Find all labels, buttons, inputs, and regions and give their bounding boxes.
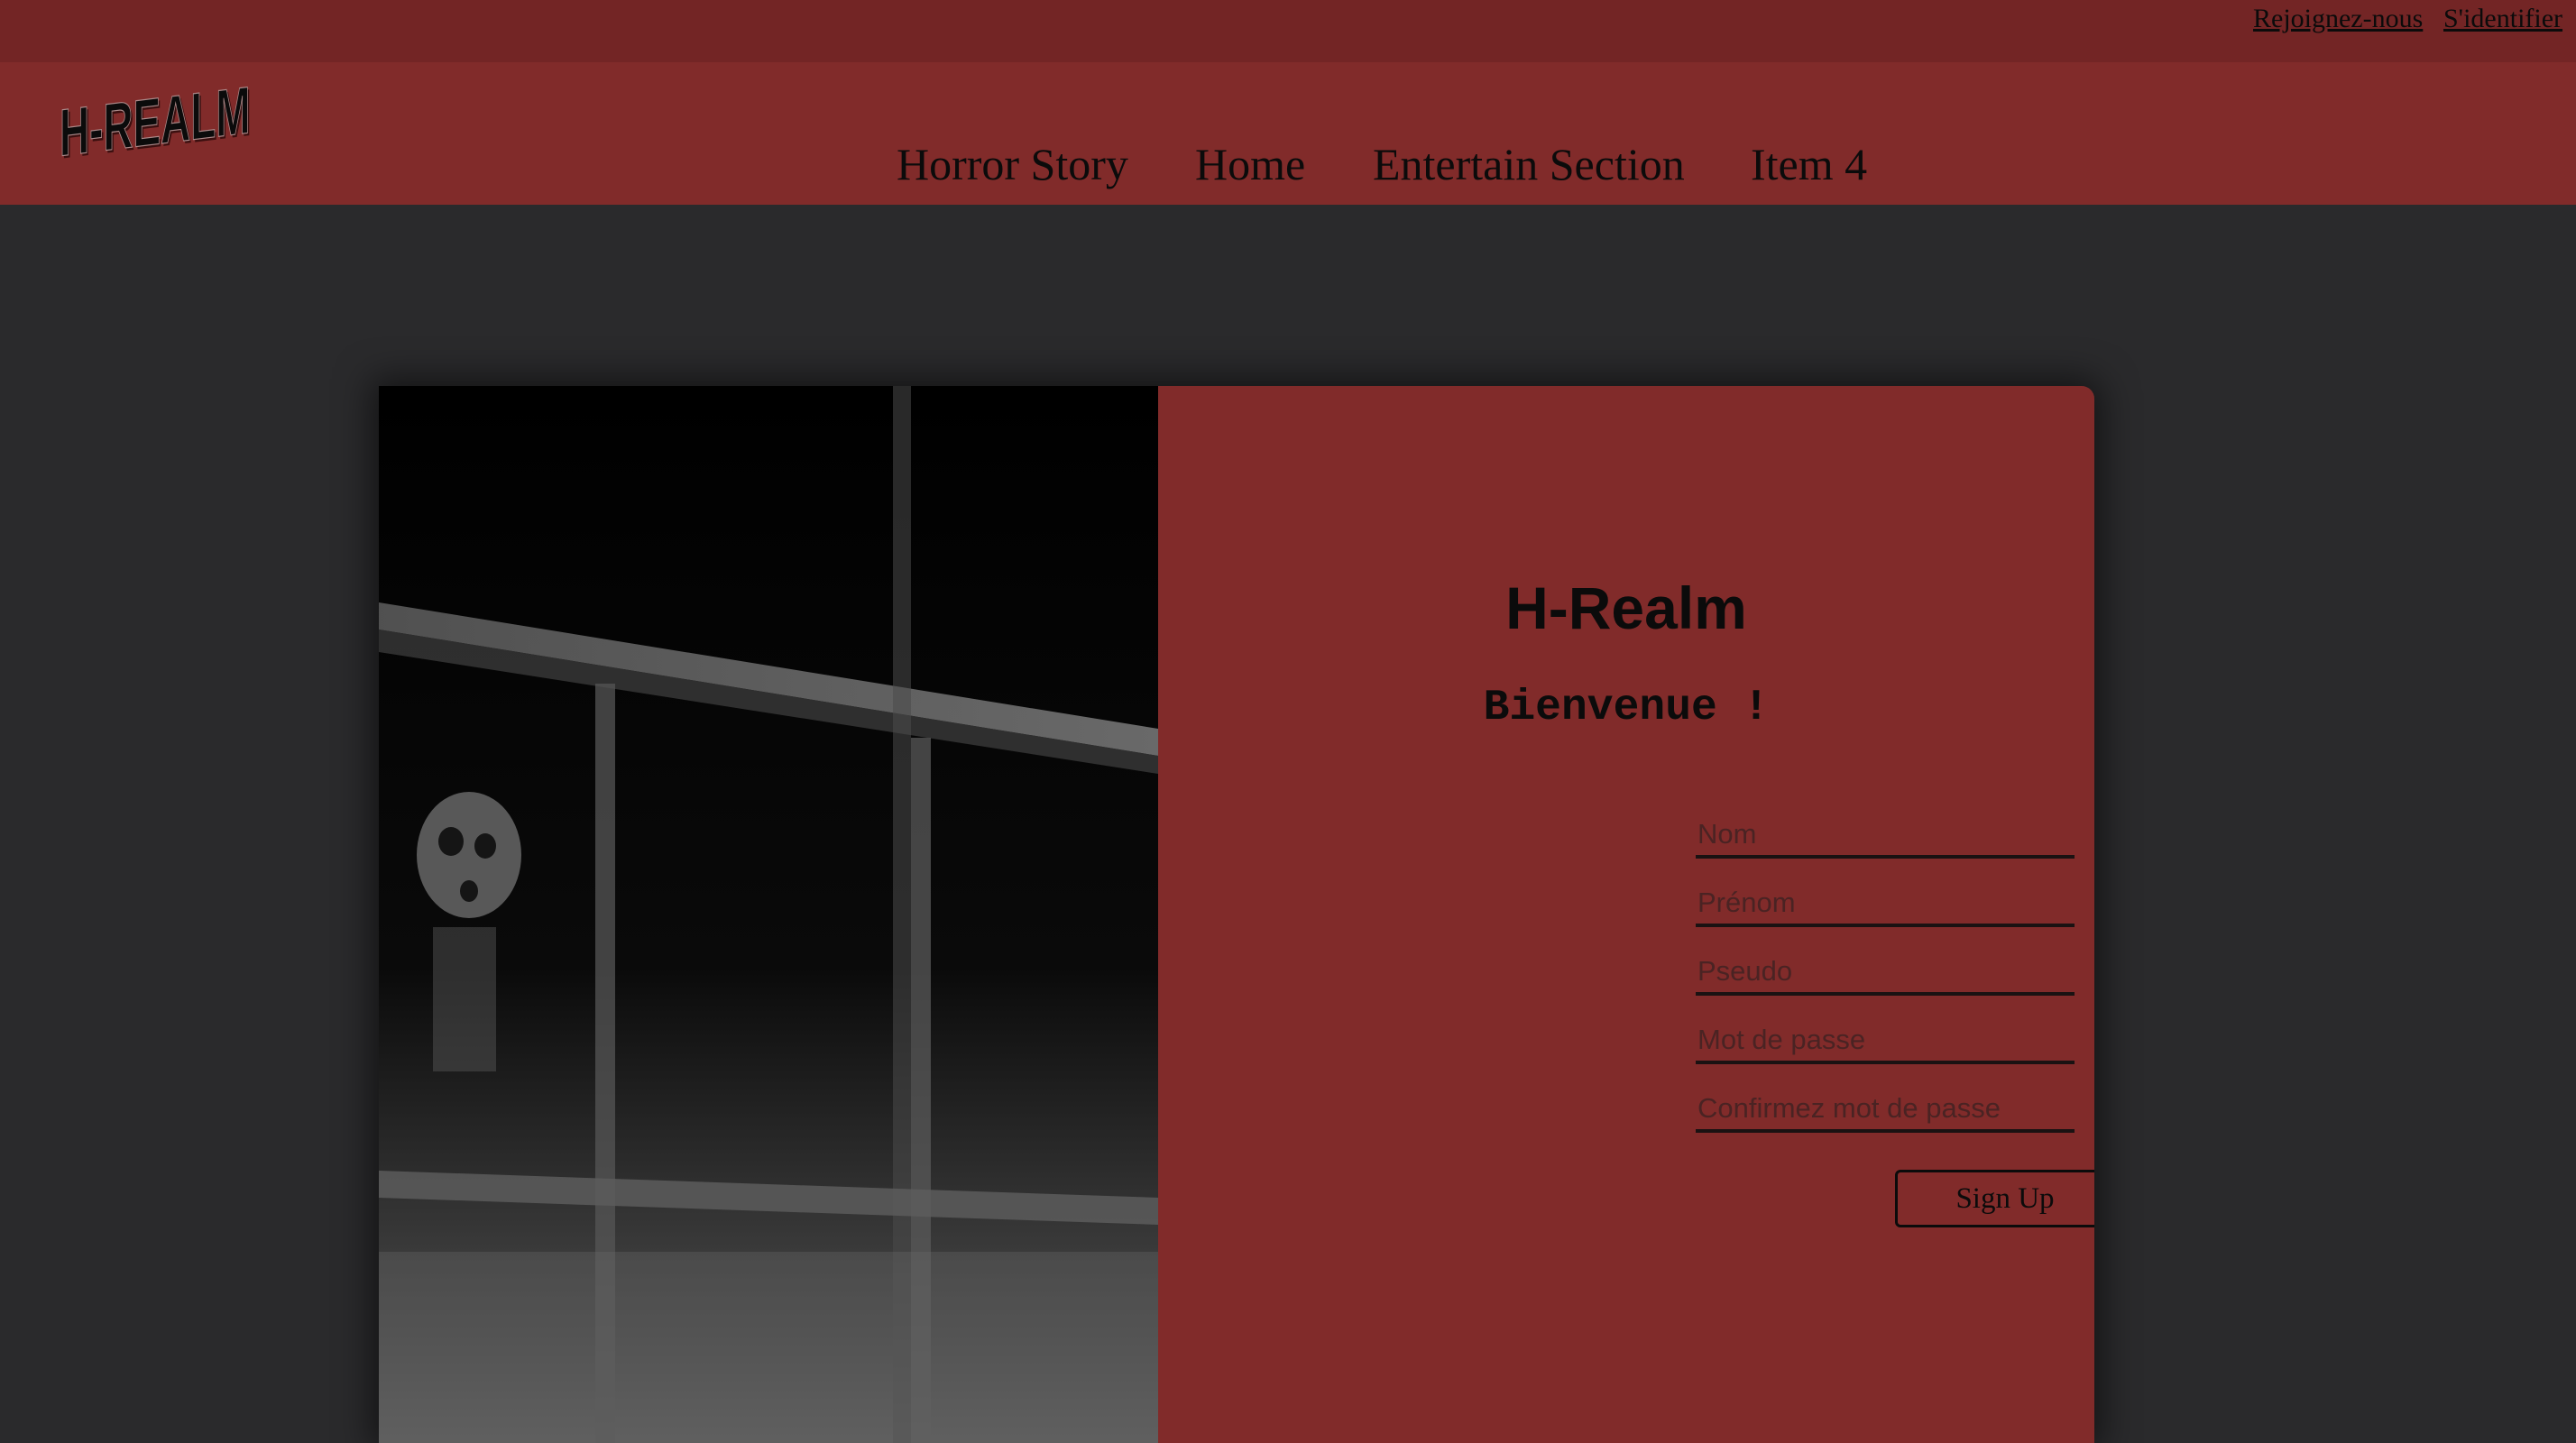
signup-card: H-Realm Bienvenue ! Sign Up <box>379 386 2094 1443</box>
nav-entertain-section[interactable]: Entertain Section <box>1373 138 1685 190</box>
haunted-window-image <box>379 386 1158 1443</box>
svg-text:H-REALM: H-REALM <box>60 86 250 171</box>
nav-item-4[interactable]: Item 4 <box>1751 138 1867 190</box>
side-image <box>379 386 1158 1443</box>
nav-horror-story[interactable]: Horror Story <box>897 138 1128 190</box>
join-link[interactable]: Rejoignez-nous <box>2253 4 2423 34</box>
welcome-heading: Bienvenue ! <box>1483 684 1770 732</box>
pseudo-input[interactable] <box>1696 951 2075 996</box>
signup-form-panel: H-Realm Bienvenue ! Sign Up <box>1158 386 2094 1443</box>
confirm-password-input[interactable] <box>1696 1088 2075 1133</box>
login-link[interactable]: S'identifier <box>2443 4 2562 34</box>
logo-graphic: H-REALM H-REALM <box>60 73 253 174</box>
site-logo[interactable]: H-REALM H-REALM <box>56 73 254 176</box>
top-utility-bar: Rejoignez-nous S'identifier <box>0 0 2576 62</box>
main-header: H-REALM H-REALM Horror Story Home Entert… <box>0 62 2576 205</box>
prenom-input[interactable] <box>1696 882 2075 927</box>
sign-up-button[interactable]: Sign Up <box>1895 1170 2094 1227</box>
form-title: H-Realm <box>1505 574 1747 641</box>
nav-home[interactable]: Home <box>1195 138 1305 190</box>
nom-input[interactable] <box>1696 813 2075 859</box>
password-input[interactable] <box>1696 1019 2075 1064</box>
